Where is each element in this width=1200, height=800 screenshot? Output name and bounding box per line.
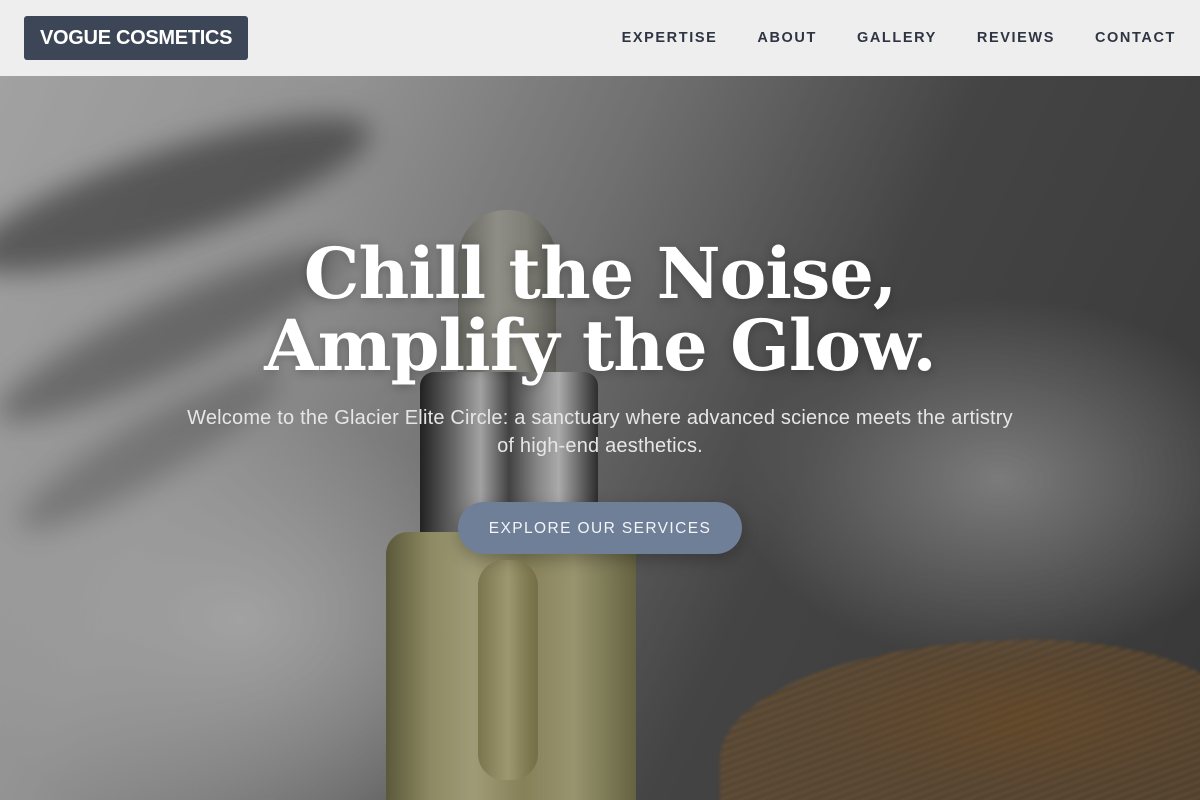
nav-link-about[interactable]: ABOUT	[757, 30, 817, 46]
hero-title: Chill the Noise, Amplify the Glow.	[0, 238, 1200, 382]
nav-link-reviews[interactable]: REVIEWS	[977, 30, 1055, 46]
top-navbar: VOGUE COSMETICS EXPERTISE ABOUT GALLERY …	[0, 0, 1200, 76]
nav-link-expertise[interactable]: EXPERTISE	[622, 30, 718, 46]
hero-title-line-1: Chill the Noise,	[303, 232, 897, 315]
nav-menu: EXPERTISE ABOUT GALLERY REVIEWS CONTACT	[622, 0, 1176, 76]
explore-services-button[interactable]: EXPLORE OUR SERVICES	[458, 502, 742, 554]
nav-link-gallery[interactable]: GALLERY	[857, 30, 937, 46]
hero-subtitle: Welcome to the Glacier Elite Circle: a s…	[187, 407, 1013, 457]
hero-section: Chill the Noise, Amplify the Glow. Welco…	[0, 238, 1200, 554]
brand-logo[interactable]: VOGUE COSMETICS	[24, 16, 249, 60]
hero-title-line-2: Amplify the Glow.	[264, 304, 936, 387]
landing-page: VOGUE COSMETICS EXPERTISE ABOUT GALLERY …	[0, 0, 1200, 800]
nav-link-contact[interactable]: CONTACT	[1095, 30, 1176, 46]
